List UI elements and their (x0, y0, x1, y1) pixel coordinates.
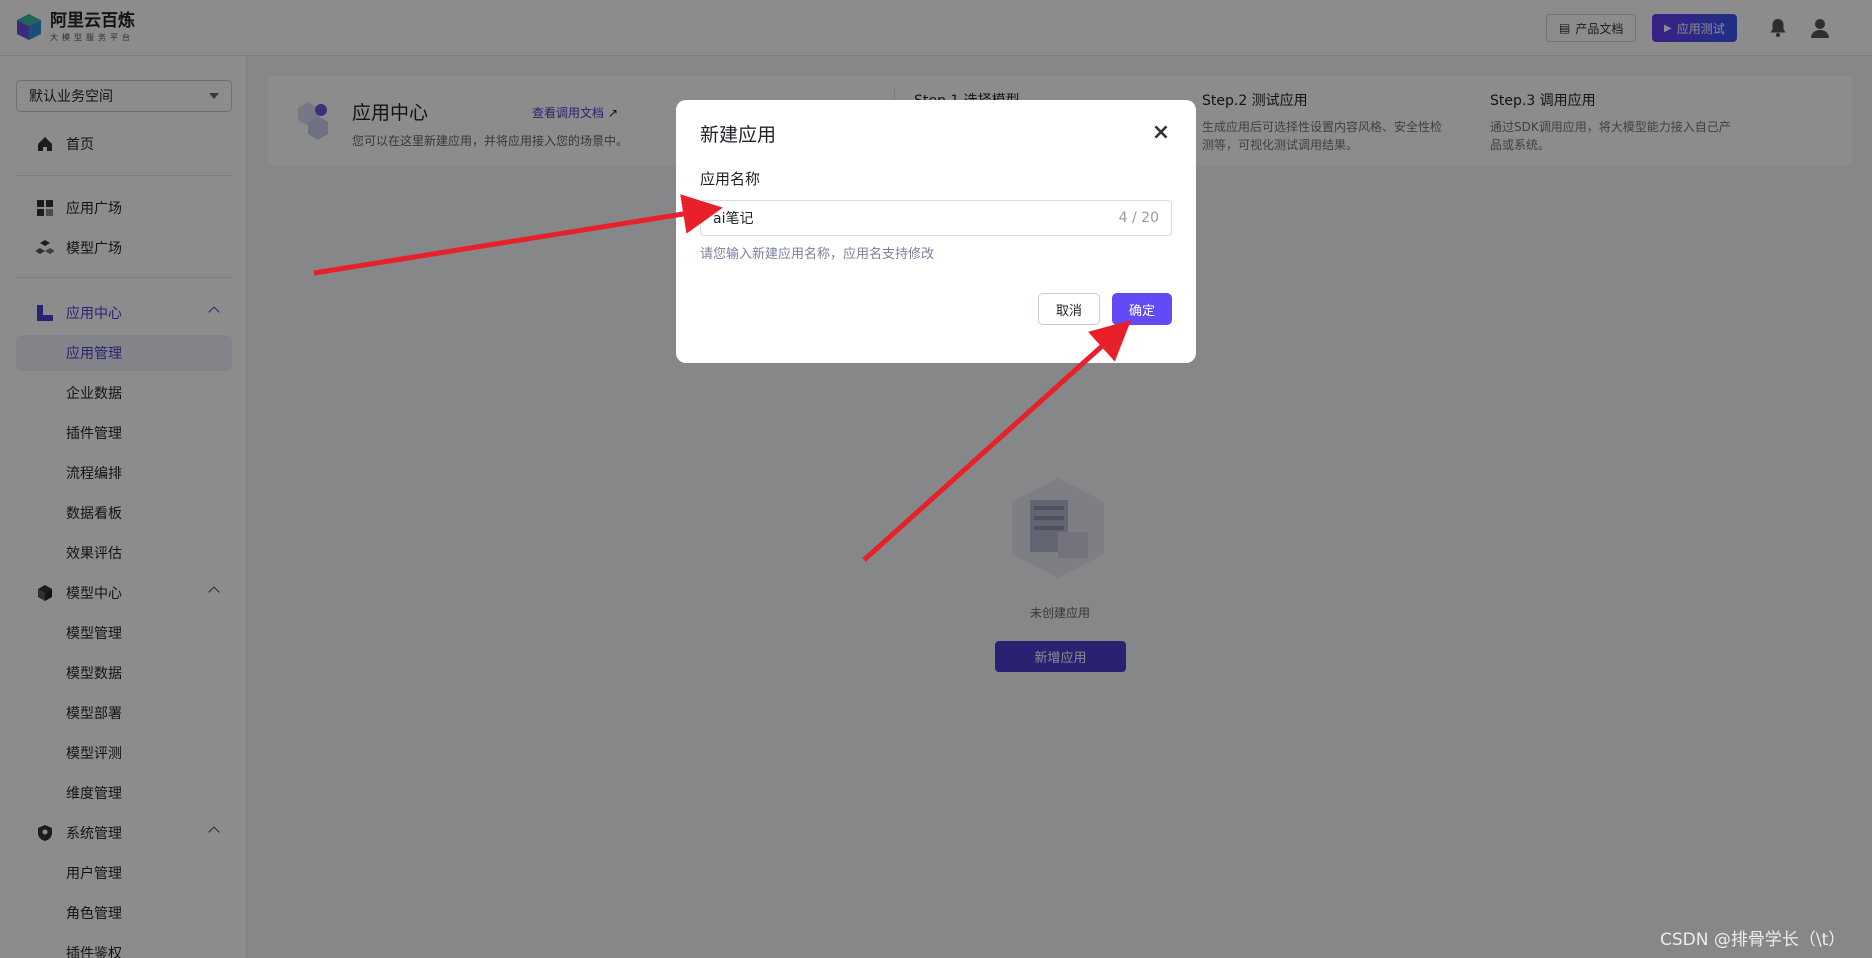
cancel-button[interactable]: 取消 (1038, 293, 1100, 325)
char-counter: 4 / 20 (1118, 210, 1159, 226)
app-name-label: 应用名称 (700, 170, 761, 188)
watermark-text: CSDN @排骨学长（\t） (1660, 930, 1846, 950)
new-app-dialog: 新建应用 × 应用名称 ai笔记 4 / 20 请您输入新建应用名称，应用名支持… (676, 100, 1196, 363)
app-name-value: ai笔记 (713, 211, 754, 227)
confirm-button[interactable]: 确定 (1112, 293, 1172, 325)
close-icon[interactable]: × (1150, 122, 1172, 144)
app-name-help-text: 请您输入新建应用名称，应用名支持修改 (700, 247, 935, 262)
dialog-title: 新建应用 (700, 124, 777, 146)
app-name-input[interactable]: ai笔记 4 / 20 (700, 200, 1172, 236)
